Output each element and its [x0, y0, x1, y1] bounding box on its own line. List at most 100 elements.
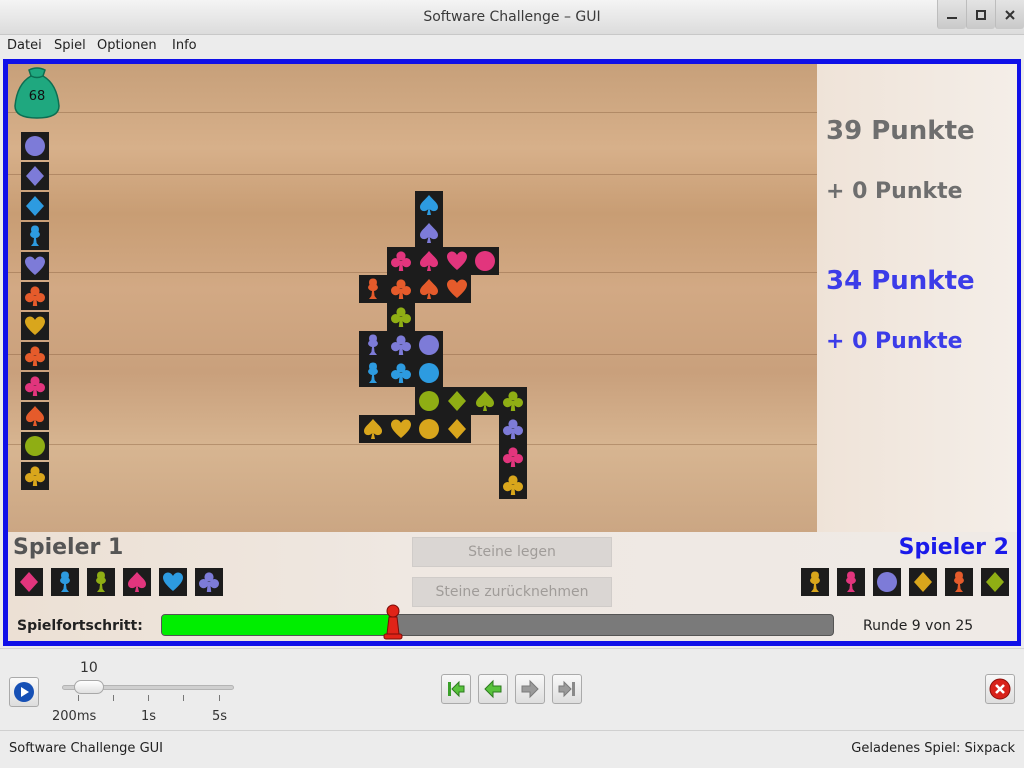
flower-icon: [368, 278, 378, 299]
board-tile[interactable]: [359, 359, 387, 387]
board-tile[interactable]: [499, 471, 527, 499]
hand-tile-player1[interactable]: [123, 568, 151, 596]
stack-tile[interactable]: [21, 252, 49, 280]
circle-icon: [419, 363, 439, 383]
player-area: Spieler 1 Spieler 2 Steine legen Steine …: [8, 532, 1017, 641]
undo-stones-button[interactable]: Steine zurücknehmen: [412, 577, 612, 607]
stack-tile[interactable]: [21, 462, 49, 490]
progress-fill: [162, 615, 394, 635]
menu-info[interactable]: Info: [172, 38, 197, 53]
board-tile[interactable]: [415, 191, 443, 219]
stack-tile[interactable]: [21, 222, 49, 250]
board-tile[interactable]: [415, 219, 443, 247]
status-right: Geladenes Spiel: Sixpack: [851, 741, 1015, 756]
stack-tile[interactable]: [21, 342, 49, 370]
spade-icon: [476, 391, 494, 411]
board-tile[interactable]: [415, 387, 443, 415]
club-icon: [391, 335, 411, 355]
minimize-button[interactable]: [937, 0, 966, 29]
board-tile[interactable]: [471, 387, 499, 415]
board-tile[interactable]: [443, 415, 471, 443]
speed-slider-handle[interactable]: [74, 680, 104, 694]
stack-tile[interactable]: [21, 402, 49, 430]
board-tile[interactable]: [443, 247, 471, 275]
stack-tile[interactable]: [21, 282, 49, 310]
spade-icon: [364, 419, 382, 439]
stack-tile[interactable]: [21, 162, 49, 190]
board-tile[interactable]: [387, 303, 415, 331]
window-close-button[interactable]: [995, 0, 1024, 29]
hand-tile-player1[interactable]: [15, 568, 43, 596]
board-tile[interactable]: [471, 247, 499, 275]
play-button[interactable]: [9, 677, 39, 707]
menu-spiel[interactable]: Spiel: [54, 38, 86, 53]
player1-score: 39 Punkte: [826, 116, 975, 146]
player2-score: 34 Punkte: [826, 266, 975, 296]
board-tile[interactable]: [387, 331, 415, 359]
hand-tile-player1[interactable]: [51, 568, 79, 596]
next-turn-button[interactable]: [515, 674, 545, 704]
hand-tile-player2[interactable]: [801, 568, 829, 596]
hand-tile-player2[interactable]: [981, 568, 1009, 596]
board-tile[interactable]: [415, 331, 443, 359]
stack-tile[interactable]: [21, 432, 49, 460]
stack-tile[interactable]: [21, 312, 49, 340]
spade-icon: [420, 223, 438, 243]
board-tile[interactable]: [359, 415, 387, 443]
board-tile[interactable]: [415, 359, 443, 387]
board-tile[interactable]: [415, 415, 443, 443]
flower-icon: [60, 571, 70, 592]
board-tile[interactable]: [499, 443, 527, 471]
board-tile[interactable]: [359, 275, 387, 303]
hand-tile-player2[interactable]: [909, 568, 937, 596]
status-left: Software Challenge GUI: [9, 741, 163, 756]
menu-optionen[interactable]: Optionen: [97, 38, 157, 53]
diamond-icon: [26, 166, 44, 186]
bag-count: 68: [28, 89, 46, 104]
menu-datei[interactable]: Datei: [7, 38, 42, 53]
cancel-game-button[interactable]: [985, 674, 1015, 704]
board-tile[interactable]: [499, 415, 527, 443]
board-tile[interactable]: [443, 387, 471, 415]
arrow-right-icon: [521, 679, 539, 699]
stack-tile[interactable]: [21, 192, 49, 220]
skip-to-start-icon: [448, 680, 465, 698]
place-stones-button[interactable]: Steine legen: [412, 537, 612, 567]
hand-tile-player2[interactable]: [873, 568, 901, 596]
board-tile[interactable]: [387, 359, 415, 387]
stack-tile[interactable]: [21, 372, 49, 400]
flower-icon: [846, 571, 856, 592]
player2-name: Spieler 2: [898, 535, 1009, 560]
round-counter: Runde 9 von 25: [863, 618, 974, 634]
board-tile[interactable]: [499, 387, 527, 415]
board-tile[interactable]: [443, 275, 471, 303]
diamond-icon: [914, 572, 932, 592]
cancel-icon: [989, 678, 1011, 700]
spade-icon: [128, 572, 146, 592]
speed-tick-label: 1s: [141, 709, 157, 724]
heart-icon: [163, 572, 183, 591]
first-turn-button[interactable]: [441, 674, 471, 704]
board-tile[interactable]: [387, 415, 415, 443]
previous-turn-button[interactable]: [478, 674, 508, 704]
status-bar: Software Challenge GUI Geladenes Spiel: …: [0, 730, 1024, 768]
hand-tile-player1[interactable]: [195, 568, 223, 596]
board-tile[interactable]: [415, 247, 443, 275]
board-tile[interactable]: [387, 247, 415, 275]
hand-tile-player1[interactable]: [159, 568, 187, 596]
player1-score-delta: + 0 Punkte: [826, 179, 963, 204]
club-icon: [25, 286, 45, 306]
board-tile[interactable]: [387, 275, 415, 303]
board-tile[interactable]: [415, 275, 443, 303]
hand-tile-player1[interactable]: [87, 568, 115, 596]
last-turn-button[interactable]: [552, 674, 582, 704]
maximize-button[interactable]: [966, 0, 995, 29]
hand-tile-player2[interactable]: [945, 568, 973, 596]
board-tile[interactable]: [359, 331, 387, 359]
stack-tile[interactable]: [21, 132, 49, 160]
score-panel: 39 Punkte + 0 Punkte 34 Punkte + 0 Punkt…: [817, 64, 1017, 532]
club-icon: [25, 376, 45, 396]
hand-tile-player2[interactable]: [837, 568, 865, 596]
minimize-icon: [947, 16, 957, 19]
diamond-icon: [448, 419, 466, 439]
